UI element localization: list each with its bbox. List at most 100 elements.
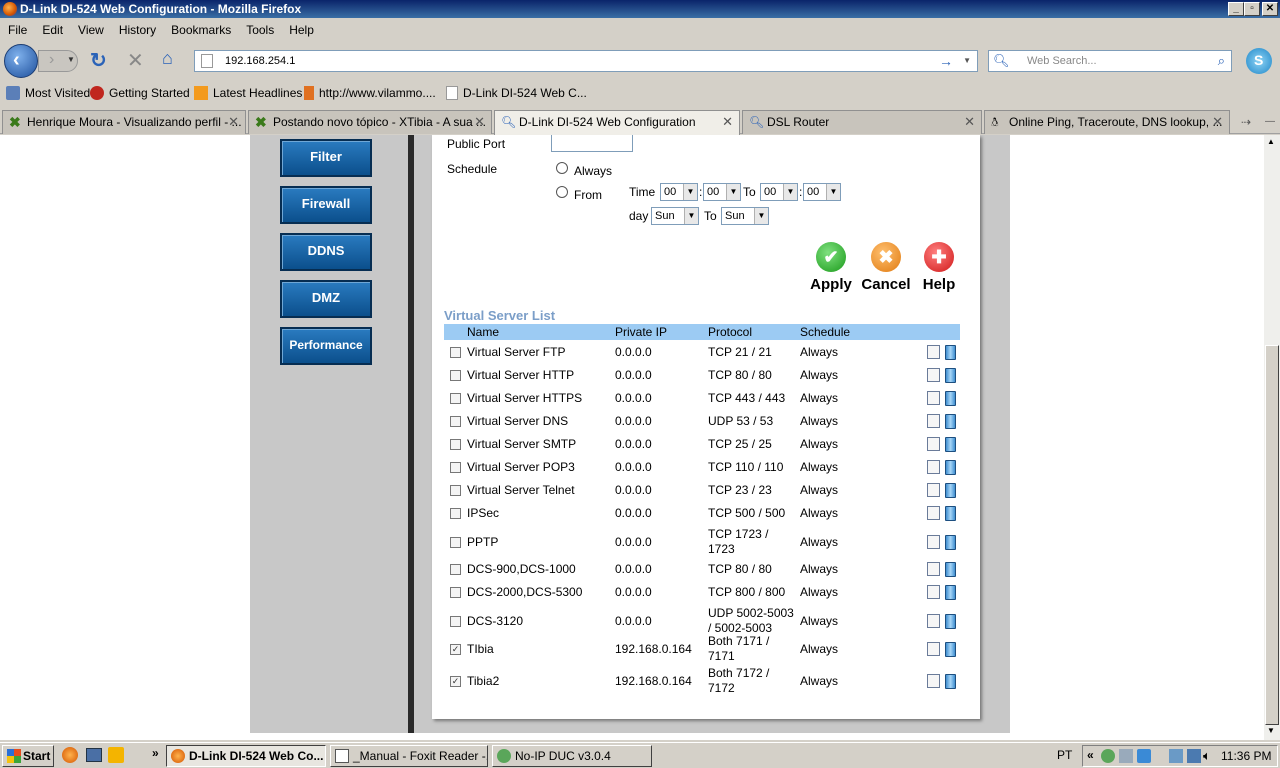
- row-checkbox[interactable]: [450, 392, 461, 404]
- menu-view[interactable]: View: [73, 23, 109, 37]
- day-to-select[interactable]: Sun ▼: [721, 207, 769, 225]
- trash-icon[interactable]: [945, 641, 956, 657]
- edit-icon[interactable]: [927, 459, 940, 474]
- filter-button[interactable]: Filter: [280, 139, 372, 177]
- menu-bookmarks[interactable]: Bookmarks: [166, 23, 236, 37]
- show-desktop-icon[interactable]: [86, 748, 102, 762]
- close-button[interactable]: ✕: [1262, 2, 1278, 16]
- dmz-button[interactable]: DMZ: [280, 280, 372, 318]
- stop-icon[interactable]: ✕: [127, 48, 144, 73]
- edit-icon[interactable]: [927, 344, 940, 359]
- start-button[interactable]: Start: [2, 745, 54, 767]
- row-checkbox[interactable]: [450, 484, 461, 496]
- tab-list-icon[interactable]: —: [1262, 112, 1278, 132]
- performance-button[interactable]: Performance: [280, 327, 372, 365]
- from-minute-select[interactable]: 00 ▼: [703, 183, 741, 201]
- row-checkbox[interactable]: [450, 507, 461, 519]
- edit-icon[interactable]: [927, 534, 940, 549]
- close-tab-icon[interactable]: ✕: [722, 111, 733, 133]
- firewall-button[interactable]: Firewall: [280, 186, 372, 224]
- tab-henrique-moura[interactable]: ✖ Henrique Moura - Visualizando perfil -…: [2, 110, 246, 134]
- day-from-select[interactable]: Sun ▼: [651, 207, 699, 225]
- to-minute-select[interactable]: 00 ▼: [803, 183, 841, 201]
- firefox-quicklaunch-icon[interactable]: [62, 747, 78, 763]
- row-checkbox[interactable]: [450, 369, 461, 381]
- tab-postando-novo-topico[interactable]: ✖ Postando novo tópico - XTibia - A sua …: [248, 110, 492, 134]
- monitor-tray-icon[interactable]: [1169, 749, 1183, 763]
- url-dropdown-icon[interactable]: ▼: [963, 51, 971, 71]
- public-port-input[interactable]: [551, 135, 633, 152]
- taskbar-firefox[interactable]: D-Link DI-524 Web Co...: [166, 745, 326, 767]
- edit-icon[interactable]: [927, 505, 940, 520]
- clock[interactable]: 11:36 PM: [1221, 749, 1271, 763]
- menu-file[interactable]: File: [3, 23, 32, 37]
- to-hour-select[interactable]: 00 ▼: [760, 183, 798, 201]
- tray-expand-icon[interactable]: «: [1087, 748, 1094, 762]
- row-checkbox[interactable]: [450, 346, 461, 358]
- ddns-button[interactable]: DDNS: [280, 233, 372, 271]
- trash-icon[interactable]: [945, 584, 956, 600]
- trash-icon[interactable]: [945, 367, 956, 383]
- trash-icon[interactable]: [945, 482, 956, 498]
- language-indicator[interactable]: PT: [1057, 748, 1072, 762]
- menu-history[interactable]: History: [114, 23, 161, 37]
- noip-tray-icon[interactable]: [1101, 749, 1115, 763]
- reload-icon[interactable]: ↻: [90, 48, 107, 73]
- home-icon[interactable]: ⌂: [162, 48, 173, 69]
- trash-icon[interactable]: [945, 413, 956, 429]
- cancel-button[interactable]: ✖ Cancel: [860, 242, 912, 293]
- from-hour-select[interactable]: 00 ▼: [660, 183, 698, 201]
- trash-icon[interactable]: [945, 534, 956, 550]
- tab-dlink-config[interactable]: 🔍︎ D-Link DI-524 Web Configuration ✕: [494, 110, 740, 135]
- from-radio[interactable]: [556, 186, 568, 198]
- trash-icon[interactable]: [945, 436, 956, 452]
- row-checkbox[interactable]: ✓: [450, 675, 461, 687]
- trash-icon[interactable]: [945, 673, 956, 689]
- taskbar-foxit[interactable]: _Manual - Foxit Reader -...: [330, 745, 488, 767]
- media-player-icon[interactable]: [108, 747, 124, 763]
- bookmark-vilammo[interactable]: http://www.vilammo....: [304, 86, 436, 100]
- close-tab-icon[interactable]: ✕: [964, 111, 975, 133]
- close-tab-icon[interactable]: ✕: [1212, 111, 1223, 133]
- trash-icon[interactable]: [945, 613, 956, 629]
- tab-scroll-arrows-icon[interactable]: ⇢: [1234, 112, 1258, 132]
- menu-tools[interactable]: Tools: [241, 23, 279, 37]
- magnifier-icon[interactable]: ⌕: [1218, 51, 1225, 71]
- row-checkbox[interactable]: ✓: [450, 643, 461, 655]
- tab-online-ping[interactable]: 🐧︎ Online Ping, Traceroute, DNS lookup, …: [984, 110, 1230, 134]
- trash-icon[interactable]: [945, 505, 956, 521]
- forward-button[interactable]: › ▼: [38, 50, 78, 72]
- row-checkbox[interactable]: [450, 438, 461, 450]
- volume-icon[interactable]: 🔈︎: [1203, 748, 1211, 764]
- row-checkbox[interactable]: [450, 461, 461, 473]
- connection-tray-icon[interactable]: [1187, 749, 1201, 763]
- scroll-down-icon[interactable]: ▼: [1267, 726, 1275, 735]
- apply-button[interactable]: ✔ Apply: [808, 242, 854, 293]
- menu-edit[interactable]: Edit: [37, 23, 68, 37]
- go-arrow-icon[interactable]: →: [939, 51, 953, 71]
- edit-icon[interactable]: [927, 584, 940, 599]
- taskbar-noip[interactable]: No-IP DUC v3.0.4: [492, 745, 652, 767]
- help-button[interactable]: ✚ Help: [918, 242, 960, 293]
- trash-icon[interactable]: [945, 390, 956, 406]
- menu-help[interactable]: Help: [284, 23, 319, 37]
- edit-icon[interactable]: [927, 673, 940, 688]
- edit-icon[interactable]: [927, 413, 940, 428]
- minimize-button[interactable]: _: [1228, 2, 1244, 16]
- close-tab-icon[interactable]: ✕: [228, 111, 239, 133]
- always-radio[interactable]: [556, 162, 568, 174]
- close-tab-icon[interactable]: ✕: [474, 111, 485, 133]
- trash-icon[interactable]: [945, 344, 956, 360]
- row-checkbox[interactable]: [450, 536, 461, 548]
- history-dropdown-icon[interactable]: ▼: [67, 55, 75, 64]
- row-checkbox[interactable]: [450, 563, 461, 575]
- bluetooth-tray-icon[interactable]: [1137, 749, 1151, 763]
- edit-icon[interactable]: [927, 436, 940, 451]
- bookmark-getting-started[interactable]: Getting Started: [90, 86, 190, 100]
- url-bar[interactable]: 192.168.254.1 → ▼: [194, 50, 978, 72]
- edit-icon[interactable]: [927, 482, 940, 497]
- trash-icon[interactable]: [945, 459, 956, 475]
- bookmark-dlink[interactable]: D-Link DI-524 Web C...: [446, 86, 587, 100]
- skype-icon[interactable]: S: [1246, 48, 1272, 74]
- edit-icon[interactable]: [927, 561, 940, 576]
